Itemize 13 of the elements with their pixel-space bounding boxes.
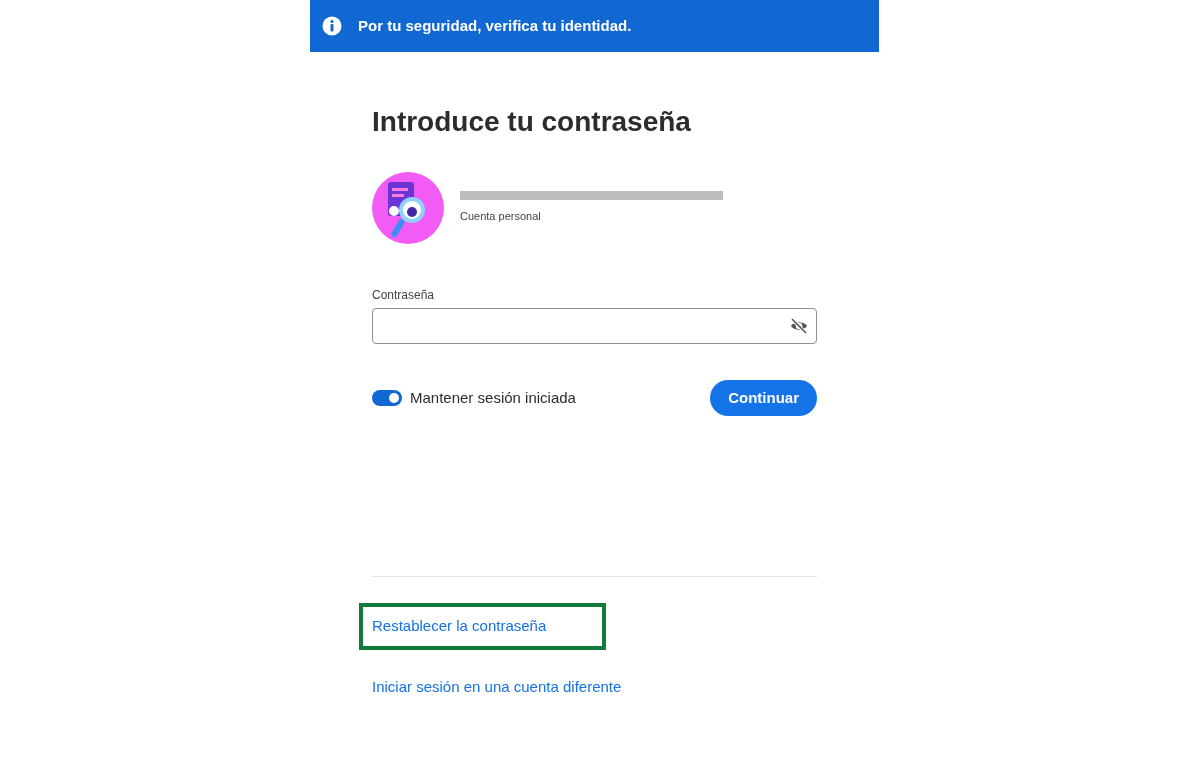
password-field[interactable] <box>372 308 817 344</box>
toggle-switch[interactable] <box>372 390 402 406</box>
continue-button[interactable]: Continuar <box>710 380 817 416</box>
field-label: Contraseña <box>372 287 436 304</box>
banner-text: Por tu seguridad, verifica tu identidad. <box>358 15 632 36</box>
link[interactable]: Iniciar sesión en una cuenta diferente <box>372 663 622 710</box>
info-icon <box>322 16 342 36</box>
toggle-label: Mantener sesión iniciada <box>410 387 576 408</box>
link[interactable]: Restablecer la contraseña <box>359 603 607 650</box>
account-type: Cuenta personal <box>460 209 542 225</box>
avatar-drawing <box>372 172 444 244</box>
page-heading: Introduce tu contraseña <box>372 105 692 139</box>
hidden-eye-icon[interactable] <box>790 317 808 335</box>
